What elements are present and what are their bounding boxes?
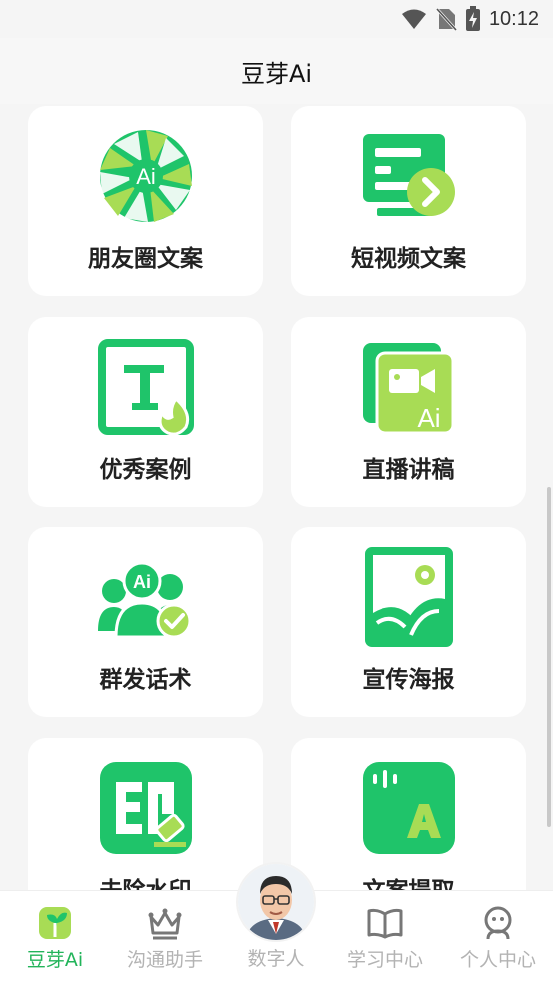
nav-item-learning-center[interactable]: 学习中心 [330, 891, 440, 983]
sprout-icon [39, 907, 71, 939]
card-label: 直播讲稿 [362, 457, 455, 483]
card-moments-copy[interactable]: Ai 朋友圈文案 [28, 106, 263, 296]
person-icon [484, 906, 512, 940]
nav-item-communication[interactable]: 沟通助手 [110, 891, 220, 983]
digital-human-avatar[interactable] [238, 864, 314, 940]
battery-charging-icon [465, 6, 480, 31]
app-header: 豆芽Ai [0, 38, 553, 104]
nav-item-profile[interactable]: 个人中心 [443, 891, 553, 983]
nav-label: 个人中心 [459, 949, 536, 971]
video-script-icon [359, 126, 459, 226]
card-short-video-copy[interactable]: 短视频文案 [291, 106, 526, 296]
nav-label-digital-human: 数字人 [247, 948, 305, 970]
nav-label: 豆芽Ai [26, 949, 84, 971]
card-label: 优秀案例 [99, 457, 192, 483]
card-text-extract[interactable]: 文案提取 [291, 738, 526, 890]
nav-label: 学习中心 [346, 949, 423, 971]
live-camera-ai-icon: Ai [359, 337, 459, 437]
no-sim-icon [435, 7, 457, 31]
poster-image-icon [359, 547, 459, 647]
group-message-icon: Ai [96, 547, 196, 647]
card-label: 群发话术 [99, 667, 192, 693]
status-time: 10:12 [488, 7, 539, 30]
book-icon [367, 908, 403, 939]
remove-watermark-icon [96, 758, 196, 858]
status-bar: 10:12 [0, 0, 553, 38]
card-label: 去除水印 [28, 871, 263, 890]
app-screen: 10:12 豆芽Ai Ai 朋友圈文案 短视频文案 优秀案例 Ai 直播讲稿 A… [0, 0, 553, 983]
card-poster[interactable]: 宣传海报 [291, 527, 526, 717]
text-fire-icon [96, 337, 196, 437]
nav-label: 沟通助手 [126, 949, 203, 971]
svg-text:Ai: Ai [417, 403, 440, 433]
text-extract-icon [359, 758, 459, 858]
svg-text:Ai: Ai [136, 164, 156, 189]
nav-item-douya-ai[interactable]: 豆芽Ai [0, 891, 110, 983]
card-group-message[interactable]: Ai 群发话术 [28, 527, 263, 717]
card-label: 文案提取 [291, 871, 526, 890]
crown-icon [148, 908, 182, 940]
card-remove-watermark[interactable]: 去除水印 [28, 738, 263, 890]
card-excellent-cases[interactable]: 优秀案例 [28, 317, 263, 507]
svg-text:Ai: Ai [133, 572, 151, 592]
card-label: 朋友圈文案 [88, 246, 203, 272]
card-label: 短视频文案 [351, 246, 466, 272]
page-title: 豆芽Ai [240, 59, 313, 88]
card-label: 宣传海报 [362, 667, 455, 693]
scrollbar[interactable] [547, 487, 551, 827]
wifi-icon [401, 9, 426, 29]
feature-grid: Ai 朋友圈文案 短视频文案 优秀案例 Ai 直播讲稿 Ai 群发话术 宣传海报 [0, 104, 553, 890]
camera-aperture-ai-icon: Ai [96, 126, 196, 226]
card-live-script[interactable]: Ai 直播讲稿 [291, 317, 526, 507]
